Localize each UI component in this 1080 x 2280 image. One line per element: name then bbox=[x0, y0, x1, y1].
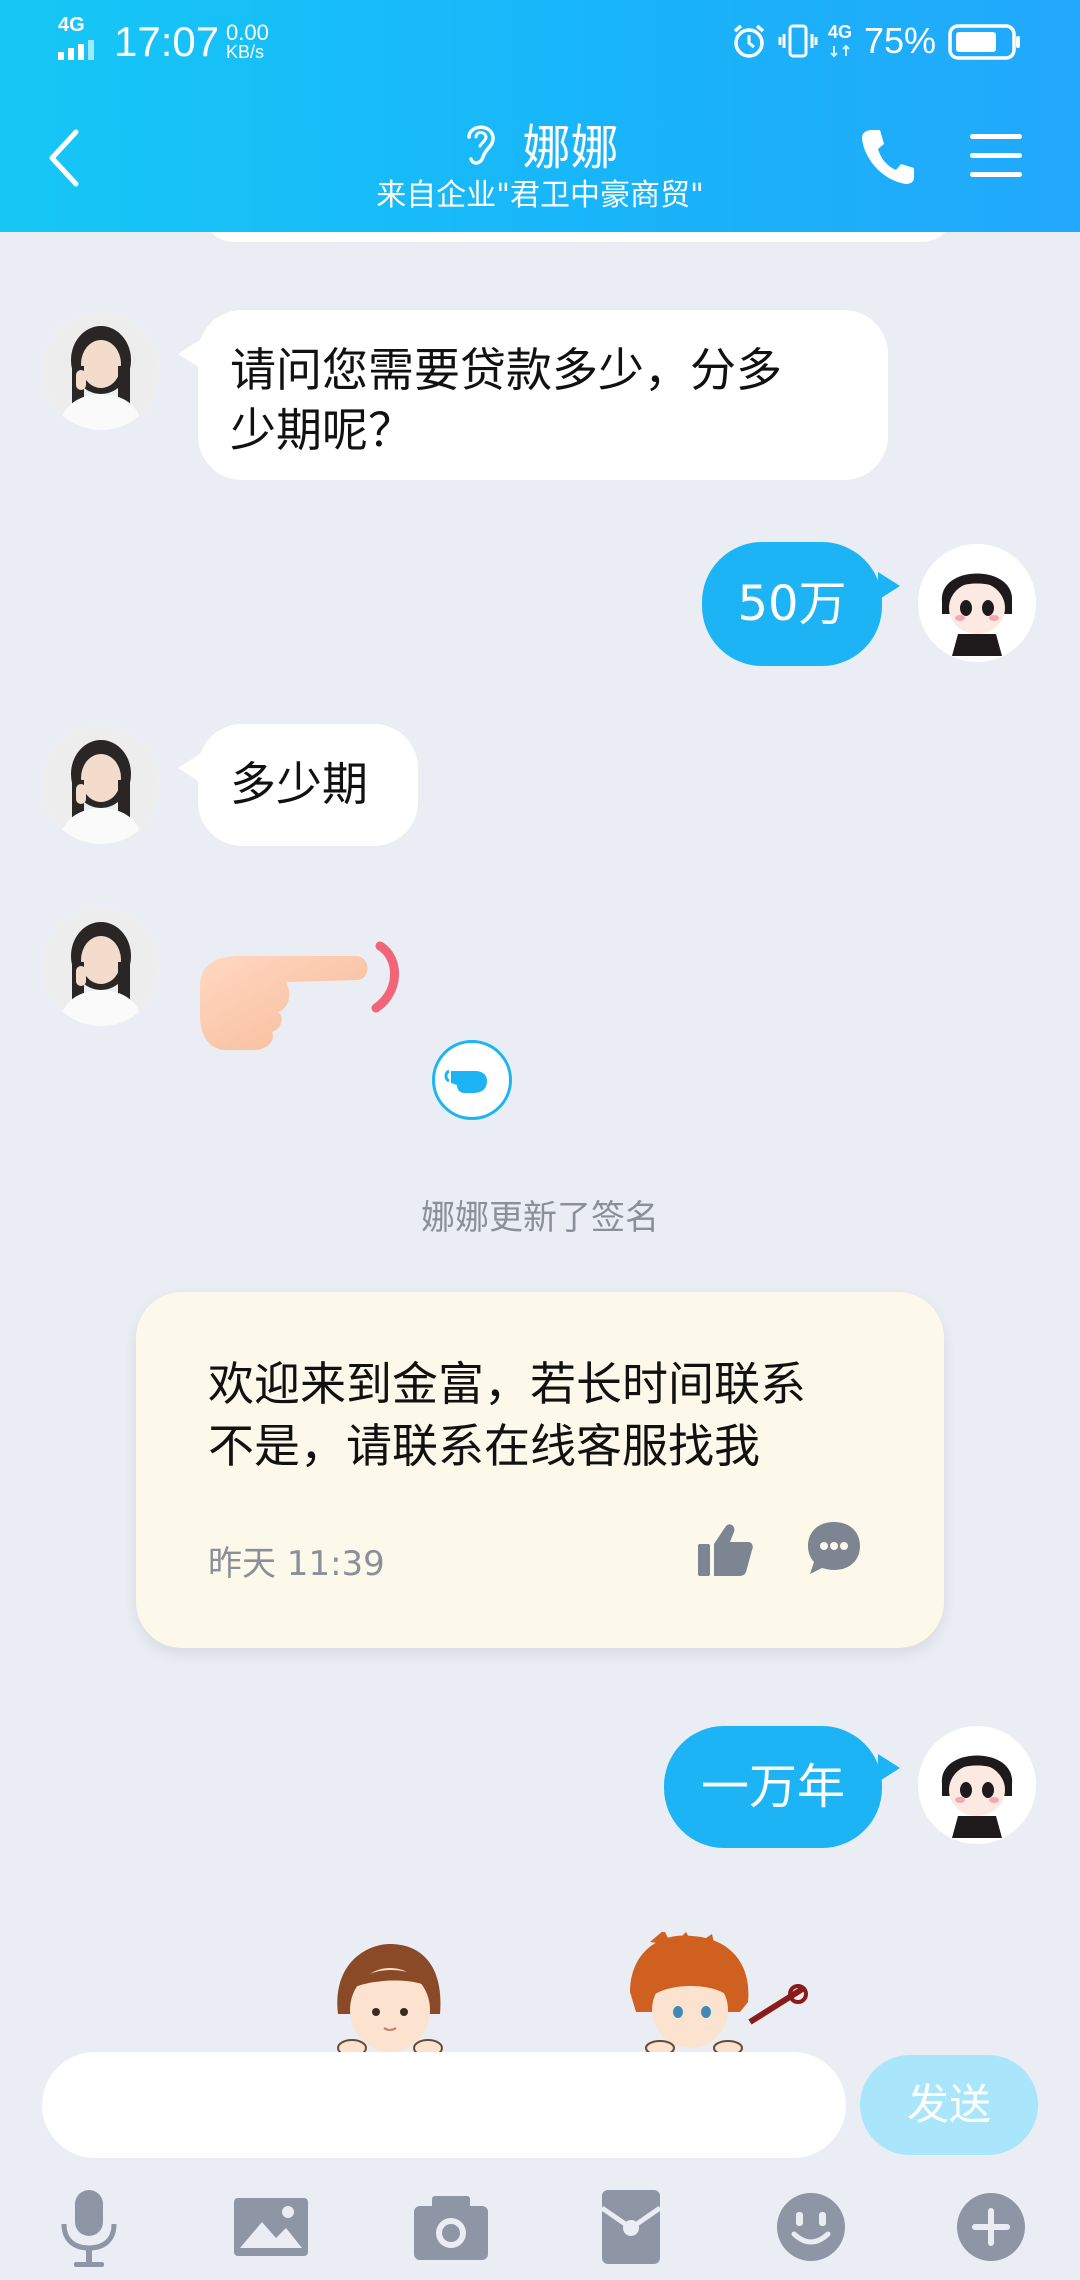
signature-text-line: 不是，请联系在线客服找我 bbox=[208, 1419, 760, 1473]
peeking-boy-character bbox=[630, 1932, 808, 2052]
bubble-tail bbox=[178, 754, 200, 782]
network2-label: 4G bbox=[828, 22, 853, 42]
system-notice: 娜娜更新了签名 bbox=[421, 1198, 659, 1238]
vibrate-icon bbox=[778, 24, 818, 58]
signal2-icon bbox=[830, 44, 850, 58]
contact-avatar[interactable] bbox=[42, 312, 160, 430]
chat-scroll-area[interactable]: 请问您需要贷款多少，分多 少期呢？ 50万 多少期 娜娜更新了签名 欢迎来到金富… bbox=[0, 232, 1080, 2052]
chat-title-block: 娜娜 bbox=[0, 108, 1080, 178]
ear-icon bbox=[467, 125, 496, 165]
message-bubble-outgoing[interactable]: 一万年 bbox=[664, 1726, 882, 1848]
clock-time: 17:07 bbox=[114, 18, 220, 65]
microphone-icon[interactable] bbox=[44, 2182, 134, 2272]
previous-message-bubble bbox=[200, 232, 956, 242]
user-avatar[interactable] bbox=[918, 1726, 1036, 1844]
message-text-line: 少期呢？ bbox=[230, 403, 414, 457]
pointing-hand-icon bbox=[444, 1069, 487, 1093]
net-speed-unit: KB/s bbox=[226, 42, 265, 62]
contact-avatar[interactable] bbox=[42, 726, 160, 844]
message-input[interactable] bbox=[42, 2052, 846, 2158]
contact-avatar[interactable] bbox=[42, 908, 160, 1026]
message-text: 50万 bbox=[737, 576, 847, 632]
chat-title: 娜娜 bbox=[522, 120, 619, 176]
menu-icon[interactable] bbox=[968, 132, 1024, 180]
message-bubble-incoming[interactable]: 多少期 bbox=[198, 724, 418, 846]
signature-time: 昨天 11:39 bbox=[208, 1544, 385, 1584]
signal-icon bbox=[58, 40, 94, 60]
plus-icon[interactable] bbox=[946, 2182, 1036, 2272]
comment-icon[interactable] bbox=[804, 1518, 864, 1578]
signature-text-line: 欢迎来到金富，若长时间联系 bbox=[208, 1357, 806, 1411]
chat-header: 4G 17:07 0.00 KB/s 4G 75% 娜娜 来自企业"君卫中豪商贸… bbox=[0, 0, 1080, 232]
send-button[interactable]: 发送 bbox=[860, 2055, 1038, 2155]
message-text: 一万年 bbox=[700, 1759, 845, 1815]
status-bar: 4G 17:07 0.00 KB/s 4G 75% bbox=[0, 0, 1080, 84]
battery-percent: 75% bbox=[864, 20, 937, 61]
sticker-badge[interactable] bbox=[432, 1040, 512, 1120]
chat-subtitle: 来自企业"君卫中豪商贸" bbox=[376, 178, 704, 213]
image-icon[interactable] bbox=[226, 2182, 316, 2272]
message-bubble-outgoing[interactable]: 50万 bbox=[702, 542, 882, 666]
emoji-icon[interactable] bbox=[766, 2182, 856, 2272]
pointing-hand-sticker[interactable] bbox=[190, 926, 410, 1056]
user-avatar[interactable] bbox=[918, 544, 1036, 662]
network-label: 4G bbox=[58, 14, 85, 36]
bubble-tail bbox=[178, 340, 200, 368]
message-text-line: 请问您需要贷款多少，分多 bbox=[230, 343, 782, 397]
thumbs-up-icon[interactable] bbox=[696, 1522, 754, 1578]
alarm-icon bbox=[733, 24, 765, 58]
signature-card[interactable]: 欢迎来到金富，若长时间联系 不是，请联系在线客服找我 昨天 11:39 bbox=[136, 1292, 944, 1648]
message-text: 多少期 bbox=[230, 757, 368, 811]
input-bar: 发送 bbox=[0, 2052, 1080, 2280]
red-packet-icon[interactable] bbox=[586, 2182, 676, 2272]
battery-icon bbox=[948, 24, 1020, 60]
message-bubble-incoming[interactable]: 请问您需要贷款多少，分多 少期呢？ bbox=[198, 310, 888, 480]
camera-icon[interactable] bbox=[406, 2182, 496, 2272]
phone-icon[interactable] bbox=[860, 126, 916, 186]
peeking-girl-character bbox=[337, 1944, 443, 2052]
